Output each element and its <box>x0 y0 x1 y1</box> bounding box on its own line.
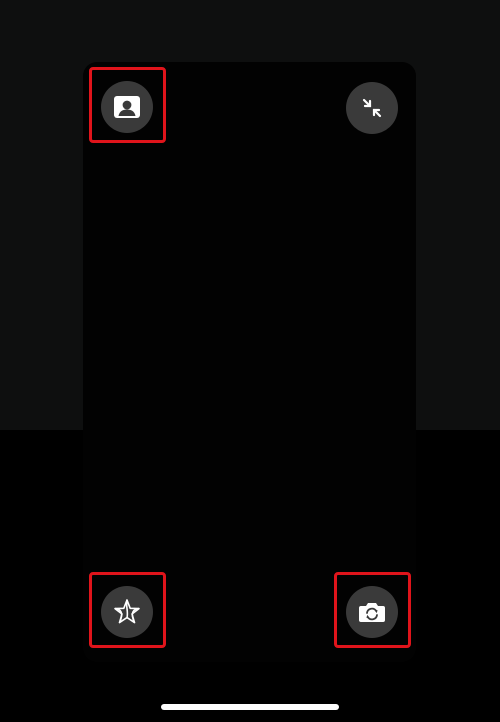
portrait-mode-button[interactable] <box>101 81 153 133</box>
camera-rotate-icon <box>359 603 385 622</box>
portrait-mode-icon <box>114 96 140 118</box>
minimize-button[interactable] <box>346 82 398 134</box>
star-effects-icon <box>114 599 140 624</box>
self-view-video-tile[interactable] <box>83 62 416 662</box>
home-indicator[interactable] <box>161 704 339 710</box>
collapse-arrows-icon <box>362 98 382 118</box>
facetime-video-screen <box>0 0 500 722</box>
flip-camera-button[interactable] <box>346 586 398 638</box>
effects-button[interactable] <box>101 586 153 638</box>
